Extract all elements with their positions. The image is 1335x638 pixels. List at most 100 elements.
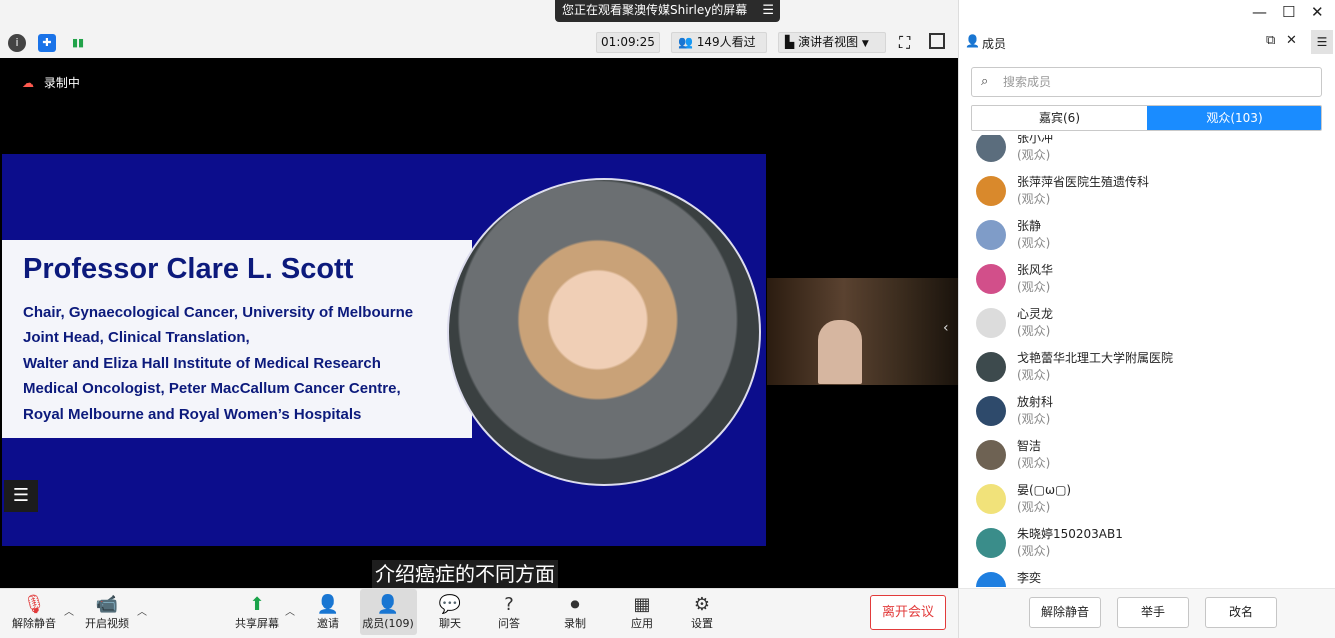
qa-label: 问答 [498,617,520,630]
member-name: 朱晓婷150203AB1 [1017,527,1123,541]
member-role: (观众) [1017,412,1051,426]
close-icon[interactable]: ✕ [1311,3,1324,21]
chevron-up-icon[interactable]: ︿ [137,603,147,618]
settings-button[interactable]: ⚙ 设置 [674,593,730,631]
member-name: 张静 [1017,219,1042,233]
chat-button[interactable]: 💬 聊天 [422,593,478,631]
apps-button[interactable]: ▦ 应用 [614,593,670,631]
list-item[interactable]: 张萍萍省医院生殖遗传科 (观众) [976,175,1326,220]
slide-line-3: Walter and Eliza Hall Institute of Medic… [23,355,381,372]
list-item[interactable]: 晏(▢ω▢) (观众) [976,483,1326,528]
chevron-up-icon[interactable]: ︿ [285,603,295,618]
avatar [976,264,1006,294]
recording-label: 录制中 [43,76,80,90]
slide-line-2: Joint Head, Clinical Translation, [23,329,250,346]
viewer-count-label: 149人看过 [696,35,756,49]
search-placeholder: 搜索成员 [1003,75,1052,89]
question-icon: ? [504,594,514,615]
members-panel: — ☐ ✕ 👤 成员 ⧉ ✕ ☰ ⌕ 搜索成员 嘉宾(6) 观众(103) 张小… [958,0,1335,638]
slide-line-1: Chair, Gynaecological Cancer, University… [23,304,414,321]
list-icon[interactable]: ☰ [4,480,38,512]
close-icon[interactable]: ✕ [1286,33,1297,48]
avatar [976,396,1006,426]
member-name: 晏(▢ω▢) [1017,483,1072,497]
tab-audience[interactable]: 观众(103) [1147,106,1321,130]
apps-icon: ▦ [633,594,651,615]
unmute-button[interactable]: 解除静音 [1029,597,1101,628]
leave-meeting-button[interactable]: 离开会议 [870,595,946,630]
list-item[interactable]: 张小冲 (观众) [976,135,1326,176]
members-label: 成员(109) [362,617,414,630]
member-tabs: 嘉宾(6) 观众(103) [971,105,1322,131]
person-icon: 👤 [965,34,980,48]
rename-button[interactable]: 改名 [1205,597,1277,628]
share-screen-button[interactable]: ⬆ 共享屏幕 [229,593,285,631]
people-icon: 👥 [678,35,693,49]
settings-label: 设置 [691,617,713,630]
raise-hand-button[interactable]: 举手 [1117,597,1189,628]
member-name: 戈艳蕾华北理工大学附属医院 [1017,351,1174,365]
screen-share-banner[interactable]: 您正在观看聚澳传媒Shirley的屏幕 ☰ [555,0,780,22]
list-item[interactable]: 张静 (观众) [976,219,1326,264]
slide-line-5: Royal Melbourne and Royal Women’s Hospit… [23,406,362,423]
list-item[interactable]: 心灵龙 (观众) [976,307,1326,352]
start-video-button[interactable]: 📹 开启视频 [79,593,135,631]
invite-button[interactable]: 👤 邀请 [300,593,356,631]
list-item[interactable]: 智洁 (观众) [976,439,1326,484]
member-search-input[interactable]: ⌕ 搜索成员 [971,67,1322,97]
member-role: (观众) [1017,192,1051,206]
unmute-button[interactable]: 🎙 解除静音 [6,593,62,631]
view-mode-dropdown[interactable]: ▙ 演讲者视图 ▼ [778,32,886,53]
meeting-top-bar: i ✚ ▮▮ 01:09:25 👥 149人看过 ▙ 演讲者视图 ▼ ⛶ [0,0,958,58]
minimize-icon[interactable]: — [1252,3,1267,21]
menu-icon[interactable]: ☰ [762,0,774,21]
apps-label: 应用 [631,617,653,630]
shield-icon[interactable]: ✚ [38,34,56,52]
avatar [976,135,1006,162]
list-item[interactable]: 李奕 [976,571,1326,587]
maximize-icon[interactable]: ☐ [1282,3,1295,21]
list-item[interactable]: 放射科 (观众) [976,395,1326,440]
member-role: (观众) [1017,148,1051,162]
members-button[interactable]: 👤 成员(109) [360,593,416,631]
popout-icon[interactable]: ⧉ [1266,33,1275,48]
avatar [976,440,1006,470]
start-video-label: 开启视频 [85,617,129,630]
gear-icon: ⚙ [693,594,711,615]
viewer-count[interactable]: 👥 149人看过 [671,32,767,53]
member-role: (观众) [1017,500,1051,514]
search-icon: ⌕ [981,74,989,89]
member-name: 智洁 [1017,439,1042,453]
avatar [976,176,1006,206]
chevron-up-icon[interactable]: ︿ [64,603,74,618]
unmute-label: 解除静音 [12,617,56,630]
speaker-video-thumbnail[interactable] [767,278,958,385]
invite-label: 邀请 [317,617,339,630]
record-button[interactable]: ⏺ 录制 [547,593,603,631]
info-icon[interactable]: i [8,34,26,52]
avatar [976,352,1006,382]
chat-icon: 💬 [438,594,462,615]
share-screen-label: 共享屏幕 [235,617,279,630]
menu-icon[interactable]: ☰ [1311,30,1333,54]
chevron-down-icon: ▼ [861,39,869,49]
fullscreen-icon[interactable]: ⛶ [899,33,910,53]
meeting-toolbar: 🎙 解除静音 ︿ 📹 开启视频 ︿ ⬆ 共享屏幕 ︿ 👤 邀请 👤 成员(109… [0,588,958,638]
tab-guests[interactable]: 嘉宾(6) [972,106,1147,130]
member-role: (观众) [1017,368,1051,382]
member-list: 张小冲 (观众) 张萍萍省医院生殖遗传科 (观众) 张静 (观众) 张风华 (观众) 心灵龙 (观… [959,135,1335,587]
panel-header: 👤 成员 ⧉ ✕ ☰ [959,30,1335,56]
speaker-figure [818,320,862,384]
qa-button[interactable]: ? 问答 [481,593,537,631]
list-item[interactable]: 张风华 (观众) [976,263,1326,308]
share-banner-text: 您正在观看聚澳传媒Shirley的屏幕 [562,3,748,17]
member-role: (观众) [1017,544,1051,558]
signal-icon[interactable]: ▮▮ [69,34,87,52]
list-item[interactable]: 朱晓婷150203AB1 (观众) [976,527,1326,572]
add-user-icon: 👤 [316,594,340,615]
chevron-left-icon[interactable]: ‹ [943,320,949,336]
list-item[interactable]: 戈艳蕾华北理工大学附属医院 (观众) [976,351,1326,396]
speaker-portrait [447,178,761,486]
panel-toggle-icon[interactable] [929,33,945,49]
cloud-icon: ☁ [22,76,34,90]
